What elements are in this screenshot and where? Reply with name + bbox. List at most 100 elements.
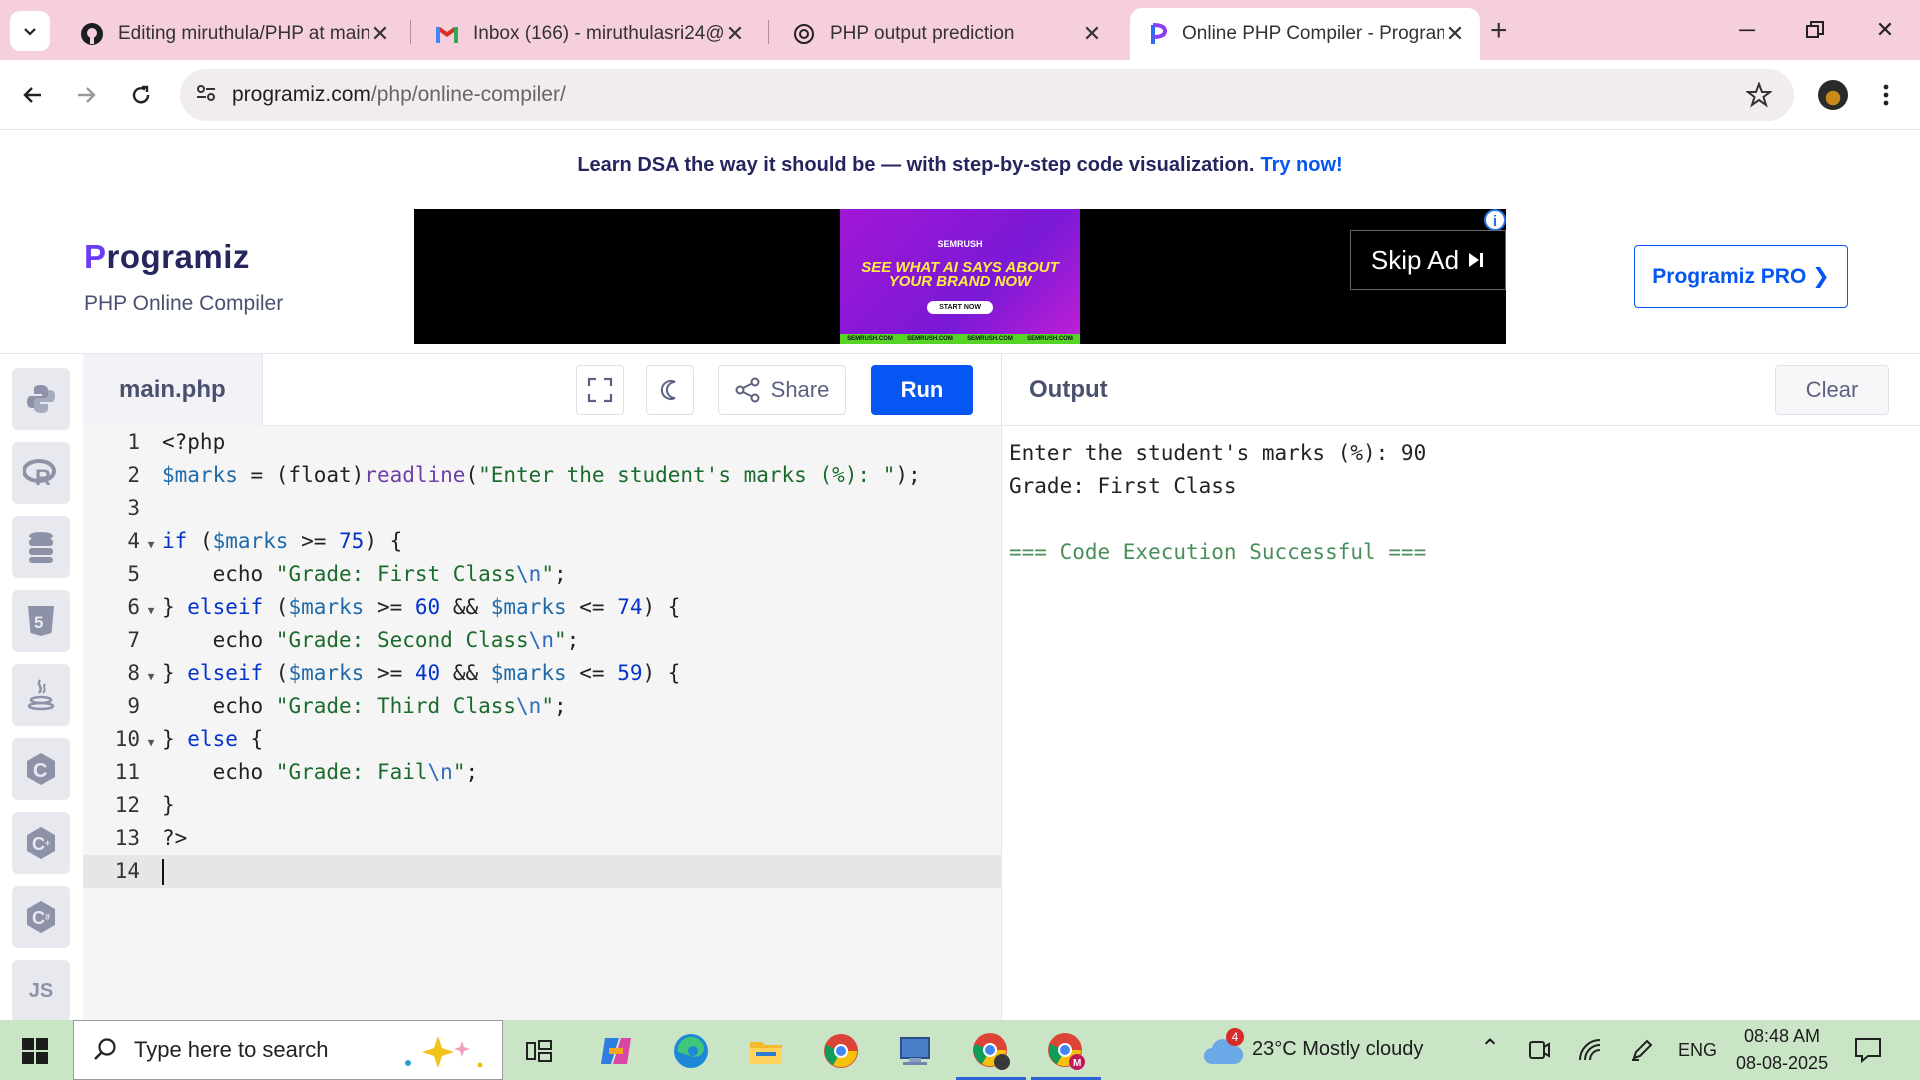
close-window-button[interactable]: ✕ <box>1860 10 1910 50</box>
edge-icon[interactable] <box>670 1030 712 1072</box>
promo-banner: Learn DSA the way it should be — with st… <box>0 130 1920 200</box>
python-icon[interactable] <box>12 368 70 430</box>
code-editor[interactable]: 1 <?php 2 $marks = (float)readline("Enter … <box>83 426 1001 1021</box>
html5-icon[interactable]: 5 <box>12 590 70 652</box>
chevron-up-icon[interactable]: ⌃ <box>1480 1034 1500 1063</box>
chrome-profile-m-icon[interactable]: M <box>1045 1030 1087 1072</box>
weather-icon[interactable]: 4 <box>1202 1028 1244 1073</box>
r-icon[interactable]: R <box>12 442 70 504</box>
csharp-icon[interactable]: C # <box>12 886 70 948</box>
file-explorer-icon[interactable] <box>745 1030 787 1072</box>
sql-icon[interactable] <box>12 516 70 578</box>
input-language[interactable]: ENG <box>1678 1040 1717 1061</box>
fullscreen-button[interactable] <box>576 365 624 415</box>
ad-start-button[interactable]: START NOW <box>927 301 993 314</box>
wifi-icon[interactable] <box>1578 1038 1602 1067</box>
clear-button[interactable]: Clear <box>1775 365 1889 415</box>
more-vertical-icon <box>1883 84 1889 106</box>
minimize-button[interactable]: ─ <box>1722 10 1772 50</box>
logo-text: rogramiz <box>106 238 250 275</box>
dark-mode-button[interactable] <box>646 365 694 415</box>
skip-ad-button[interactable]: Skip Ad <box>1350 230 1506 290</box>
svg-text:+: + <box>45 838 50 848</box>
notification-icon[interactable] <box>1854 1037 1882 1068</box>
svg-text:M: M <box>1073 1058 1081 1069</box>
address-bar[interactable]: programiz.com/php/online-compiler/ <box>180 69 1794 121</box>
fold-arrow-icon[interactable]: ▼ <box>140 660 162 693</box>
programiz-logo[interactable]: Programiz <box>84 238 250 276</box>
output-panel: Output Clear Enter the student's marks (… <box>1001 354 1920 1021</box>
svg-text:C: C <box>32 908 45 928</box>
back-button[interactable] <box>13 75 53 115</box>
code-line: 7 echo "Grade: Second Class\n"; <box>83 624 1001 657</box>
close-icon[interactable]: ✕ <box>1081 21 1103 47</box>
arrow-left-icon <box>23 87 41 103</box>
skip-ad-label: Skip Ad <box>1370 244 1460 275</box>
clock-time[interactable]: 08:48 AM <box>1744 1026 1820 1047</box>
pen-icon[interactable] <box>1630 1038 1654 1067</box>
copilot-icon[interactable] <box>595 1030 637 1072</box>
clock-date[interactable]: 08-08-2025 <box>1736 1053 1828 1074</box>
ad-creative[interactable]: SEMRUSH SEE WHAT AI SAYS ABOUT YOUR BRAN… <box>840 209 1080 344</box>
code-line: 12} <box>83 789 1001 822</box>
chatgpt-icon <box>794 24 814 44</box>
code-text: if ($marks >= 75) { <box>162 529 403 553</box>
url-text: programiz.com/php/online-compiler/ <box>232 83 566 107</box>
svg-text:R: R <box>35 465 51 488</box>
forward-button[interactable] <box>66 75 106 115</box>
meet-icon[interactable] <box>1528 1038 1550 1067</box>
network-app-icon[interactable] <box>895 1030 937 1072</box>
code-line: 5 echo "Grade: First Class\n"; <box>83 558 1001 591</box>
js-icon[interactable]: JS <box>12 960 70 1022</box>
tab-search-button[interactable] <box>10 11 50 51</box>
share-button[interactable]: Share <box>718 365 846 415</box>
close-icon[interactable]: ✕ <box>724 21 746 47</box>
c-icon[interactable]: C <box>12 738 70 800</box>
fold-arrow-icon[interactable]: ▼ <box>140 726 162 759</box>
profile-avatar[interactable] <box>1818 80 1848 110</box>
code-text: echo "Grade: Fail\n"; <box>162 760 479 784</box>
tab-github[interactable]: Editing miruthula/PHP at main · ✕ <box>60 8 405 60</box>
line-number: 5 <box>127 562 140 586</box>
chrome-profile-icon[interactable] <box>970 1030 1012 1072</box>
weather-text[interactable]: 23°C Mostly cloudy <box>1252 1038 1423 1061</box>
code-line: 9 echo "Grade: Third Class\n"; <box>83 690 1001 723</box>
browser-toolbar: programiz.com/php/online-compiler/ <box>0 60 1920 130</box>
fold-arrow-icon[interactable]: ▼ <box>140 528 162 561</box>
tab-title: Inbox (166) - miruthulasri24@g <box>473 23 724 44</box>
ad-info-icon[interactable]: i <box>1484 209 1506 231</box>
chrome-icon[interactable] <box>820 1030 862 1072</box>
share-icon <box>735 377 760 403</box>
windows-start-icon[interactable] <box>22 1038 48 1064</box>
bookmark-star-icon[interactable] <box>1745 81 1773 113</box>
run-button[interactable]: Run <box>871 365 973 415</box>
tab-programiz[interactable]: Online PHP Compiler - Program ✕ <box>1130 8 1480 60</box>
ad-brand: SEMRUSH <box>937 239 983 249</box>
programiz-pro-button[interactable]: Programiz PRO ❯ <box>1634 245 1848 308</box>
browser-menu-button[interactable] <box>1866 75 1906 115</box>
site-info-icon[interactable] <box>194 81 218 110</box>
line-number: 11 <box>114 760 140 784</box>
java-icon[interactable] <box>12 664 70 726</box>
advertisement[interactable]: SEMRUSH SEE WHAT AI SAYS ABOUT YOUR BRAN… <box>414 209 1506 344</box>
fold-arrow-icon[interactable]: ▼ <box>140 594 162 627</box>
promo-link[interactable]: Try now! <box>1260 154 1342 177</box>
svg-text:5: 5 <box>34 613 43 632</box>
task-view-icon[interactable] <box>518 1030 560 1072</box>
file-tab[interactable]: main.php <box>83 354 263 426</box>
url-host: programiz.com <box>232 83 371 106</box>
close-icon[interactable]: ✕ <box>1444 21 1466 47</box>
restore-button[interactable] <box>1790 10 1840 50</box>
close-icon[interactable]: ✕ <box>369 21 391 47</box>
cpp-icon[interactable]: C + <box>12 812 70 874</box>
line-number: 12 <box>114 793 140 817</box>
language-sidebar: R 5 C C + C # JS <box>0 354 83 1022</box>
taskbar-search-box[interactable]: Type here to search <box>73 1020 503 1080</box>
line-number: 3 <box>127 496 140 520</box>
tab-chatgpt[interactable]: PHP output prediction ✕ <box>772 8 1117 60</box>
line-number: 9 <box>127 694 140 718</box>
new-tab-button[interactable]: + <box>1490 14 1508 48</box>
tab-gmail[interactable]: Inbox (166) - miruthulasri24@g ✕ <box>415 8 760 60</box>
output-header: Output Clear <box>1002 354 1920 426</box>
reload-button[interactable] <box>121 75 161 115</box>
